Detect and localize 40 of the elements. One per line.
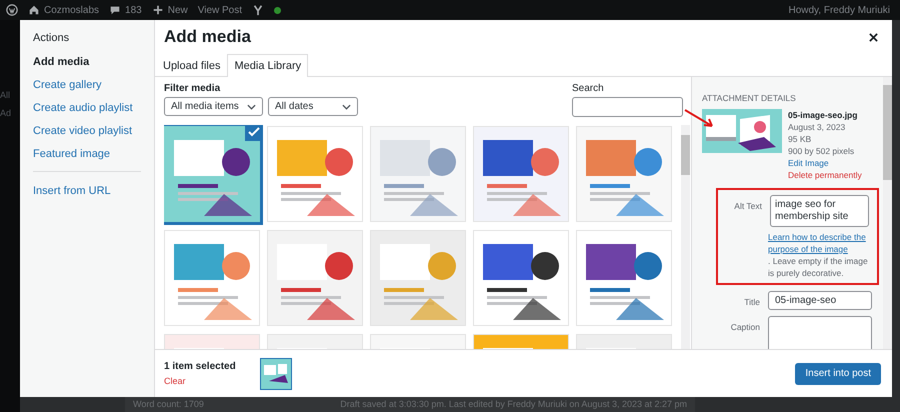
sidebar-item[interactable]: Add media xyxy=(33,56,154,68)
modal-title: Add media xyxy=(164,27,251,47)
tab[interactable]: Media Library xyxy=(227,54,308,77)
new-link[interactable]: New xyxy=(168,4,188,16)
sidebar-heading: Actions xyxy=(33,32,70,44)
alt-text-field[interactable]: image seo for membership site xyxy=(770,195,869,227)
file-name: 05-image-seo.jpg xyxy=(788,109,858,121)
title-field[interactable]: 05-image-seo xyxy=(768,291,872,310)
delete-link[interactable]: Delete permanently xyxy=(788,169,862,181)
menu-item[interactable]: Ad xyxy=(0,108,20,118)
selection-count: 1 item selected xyxy=(164,361,236,372)
upload-date: August 3, 2023 xyxy=(788,121,846,133)
tab[interactable]: Upload files xyxy=(156,54,228,76)
edit-image-link[interactable]: Edit Image xyxy=(788,157,862,169)
filter-label: Filter media xyxy=(164,83,222,94)
sidebar-item[interactable]: Create video playlist xyxy=(33,125,154,137)
view-post-link[interactable]: View Post xyxy=(198,4,242,16)
field-label: Title xyxy=(743,296,760,309)
field-label: Caption xyxy=(730,321,760,334)
file-size: 95 KB xyxy=(788,133,812,145)
filter-dropdown[interactable]: All media items xyxy=(164,97,263,116)
field-label: Alt Text xyxy=(733,200,762,213)
help-link[interactable]: Learn how to describe the purpose of the image xyxy=(768,231,869,255)
draft-status: Draft saved at 3:03:30 pm. Last edited by Freddy Muriuki on August 3, 2023 at 2:27 pm xyxy=(340,399,687,409)
help-text: Learn how to describe the purpose of the image . Leave empty if the image is purely decorative. xyxy=(768,231,869,279)
comment-count[interactable]: 183 xyxy=(125,4,142,16)
sidebar-item[interactable]: Insert from URL xyxy=(33,185,154,197)
greeting-text[interactable]: Howdy, Freddy Muriuki xyxy=(788,4,890,16)
search-label: Search xyxy=(572,83,605,94)
sidebar-item[interactable]: Featured image xyxy=(33,148,154,160)
details-heading: ATTACHMENT DETAILS xyxy=(702,93,797,103)
sidebar-item[interactable]: Create gallery xyxy=(33,79,154,91)
site-link[interactable]: Cozmoslabs xyxy=(44,4,100,16)
menu-item[interactable]: All xyxy=(0,90,20,100)
sidebar-item[interactable]: Create audio playlist xyxy=(33,102,154,114)
image-dimensions: 900 by 502 pixels xyxy=(788,145,856,157)
word-count: Word count: 1709 xyxy=(133,399,204,409)
clear-link[interactable]: Clear xyxy=(164,376,236,386)
filter-dropdown[interactable]: All dates xyxy=(268,97,358,116)
insert-button[interactable]: Insert into post xyxy=(795,362,881,384)
